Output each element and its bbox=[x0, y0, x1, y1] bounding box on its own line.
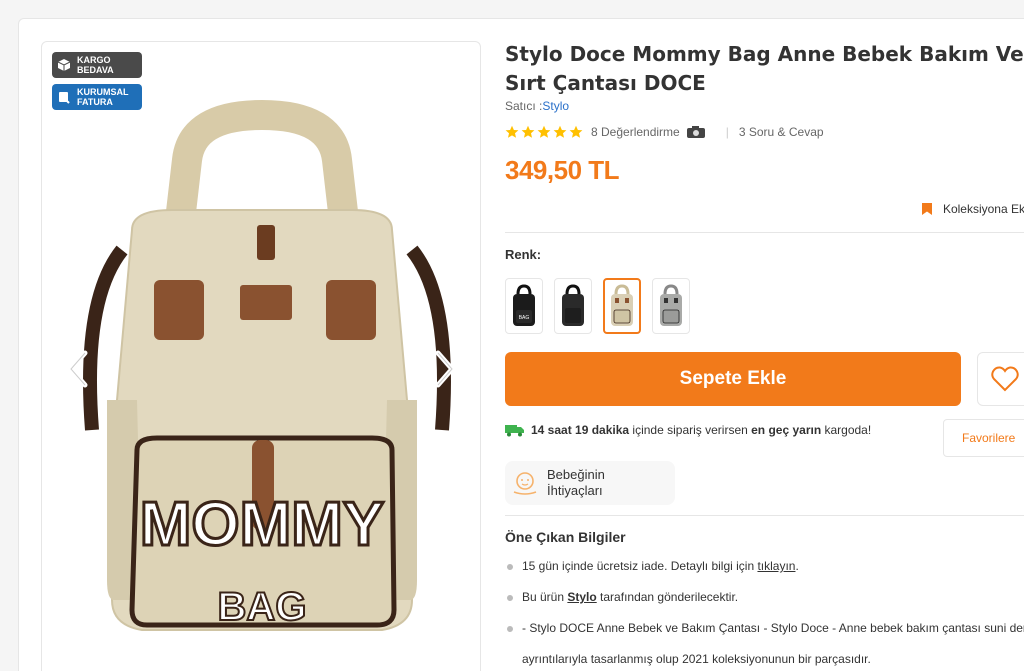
color-swatches: BAG bbox=[505, 278, 690, 334]
product-gallery: KARGO BEDAVA KURUMSAL FATURA MOMMY BAG bbox=[41, 41, 481, 671]
rating-stars bbox=[505, 125, 583, 139]
color-variant-black-2[interactable] bbox=[554, 278, 592, 334]
baby-needs-label: İhtiyaçları bbox=[547, 483, 603, 498]
feature-text: - Stylo DOCE Anne Bebek ve Bakım Çantası… bbox=[522, 621, 1024, 635]
bag-thumbnail bbox=[660, 284, 682, 326]
feature-text: 15 gün içinde ücretsiz iade. Detaylı bil… bbox=[522, 559, 758, 573]
previous-image-button[interactable] bbox=[60, 347, 96, 391]
svg-text:BAG: BAG bbox=[519, 315, 530, 321]
star-icon bbox=[569, 125, 583, 138]
feature-text: ayrıntılarıyla tasarlanmış olup 2021 kol… bbox=[522, 652, 871, 666]
product-name: Doce Mommy Bag Anne Bebek Bakım Ve Sırt … bbox=[505, 42, 1024, 95]
chevron-left-icon bbox=[68, 350, 88, 388]
add-to-collection-button[interactable]: Koleksiyona Ek bbox=[921, 202, 1024, 216]
badge-text: KARGO bbox=[77, 55, 111, 65]
list-item: - Stylo DOCE Anne Bebek ve Bakım Çantası… bbox=[505, 617, 1024, 648]
truck-icon bbox=[505, 425, 524, 437]
heart-icon bbox=[991, 366, 1019, 392]
divider: | bbox=[725, 125, 729, 139]
free-shipping-badge: KARGO BEDAVA bbox=[52, 52, 142, 78]
next-image-button[interactable] bbox=[427, 347, 463, 391]
product-price: 349,50 TL bbox=[505, 155, 620, 185]
bag-thumbnail: BAG bbox=[513, 284, 535, 326]
feature-text: . bbox=[795, 559, 799, 573]
product-image[interactable]: MOMMY BAG bbox=[62, 100, 462, 671]
divider bbox=[505, 232, 1024, 233]
seller-label: Satıcı : bbox=[505, 99, 543, 113]
badge-text: BEDAVA bbox=[77, 65, 114, 75]
star-icon bbox=[521, 125, 535, 138]
delivery-text: 14 saat 19 dakika içinde sipariş verirse… bbox=[531, 423, 871, 437]
divider bbox=[505, 515, 1024, 516]
star-icon bbox=[537, 125, 551, 138]
collection-label: Koleksiyona Ek bbox=[942, 202, 1024, 216]
delivery-info: 14 saat 19 dakika içinde sipariş verirse… bbox=[505, 423, 871, 437]
review-count-link[interactable]: 8 Değerlendirme bbox=[591, 125, 680, 139]
chevron-right-icon bbox=[435, 350, 455, 388]
baby-needs-button[interactable]: Bebeğinin İhtiyaçları bbox=[505, 461, 675, 505]
favorite-button[interactable] bbox=[977, 352, 1024, 406]
delivery-text-part: içinde sipariş verirsen bbox=[629, 423, 752, 437]
box-icon bbox=[57, 59, 71, 71]
bag-text-mommy: MOMMY bbox=[140, 490, 385, 559]
color-variant-black-1[interactable]: BAG bbox=[505, 278, 543, 334]
list-item: Bu ürün Stylo tarafından gönderilecektir… bbox=[505, 586, 1024, 617]
qa-link[interactable]: 3 Soru & Cevap bbox=[739, 125, 824, 139]
feature-text: Bu ürün bbox=[522, 590, 568, 604]
delivery-deadline: en geç yarın bbox=[751, 423, 822, 437]
color-variant-grey[interactable] bbox=[652, 278, 690, 334]
star-icon bbox=[505, 125, 519, 138]
product-info: Stylo Doce Mommy Bag Anne Bebek Bakım Ve… bbox=[505, 40, 1024, 666]
product-title: Stylo Doce Mommy Bag Anne Bebek Bakım Ve… bbox=[505, 40, 1024, 98]
badge-text: KURUMSAL bbox=[77, 87, 129, 97]
bookmark-icon bbox=[921, 203, 932, 215]
list-item: 15 gün içinde ücretsiz iade. Detaylı bil… bbox=[505, 555, 1024, 586]
color-variant-beige[interactable] bbox=[603, 278, 641, 334]
feature-text: tarafından gönderilecektir. bbox=[596, 590, 739, 604]
baby-icon bbox=[513, 472, 537, 495]
seller-name-link[interactable]: Stylo bbox=[567, 590, 596, 604]
delivery-text-part: kargoda! bbox=[821, 423, 872, 437]
favorites-tooltip: Favorilere bbox=[943, 419, 1024, 457]
features-list: 15 gün içinde ücretsiz iade. Detaylı bil… bbox=[505, 555, 1024, 671]
bag-text-bag: BAG bbox=[218, 585, 307, 629]
return-details-link[interactable]: tıklayın bbox=[757, 559, 795, 573]
color-label: Renk: bbox=[505, 247, 542, 262]
star-icon bbox=[553, 125, 567, 138]
delivery-time: 14 saat 19 dakika bbox=[531, 423, 630, 437]
add-to-cart-button[interactable]: Sepete Ekle bbox=[505, 352, 961, 406]
seller-line: Satıcı :Stylo bbox=[505, 99, 1024, 113]
baby-needs-label: Bebeğinin bbox=[547, 467, 605, 482]
brand-name[interactable]: Stylo bbox=[505, 42, 563, 66]
camera-icon bbox=[686, 126, 705, 138]
bag-thumbnail bbox=[562, 284, 584, 326]
rating-row: 8 Değerlendirme | 3 Soru & Cevap bbox=[505, 125, 1024, 139]
bag-thumbnail bbox=[611, 284, 633, 326]
features-title: Öne Çıkan Bilgiler bbox=[505, 529, 626, 545]
list-item: ayrıntılarıyla tasarlanmış olup 2021 kol… bbox=[505, 648, 1024, 671]
seller-link[interactable]: Stylo bbox=[542, 99, 569, 113]
